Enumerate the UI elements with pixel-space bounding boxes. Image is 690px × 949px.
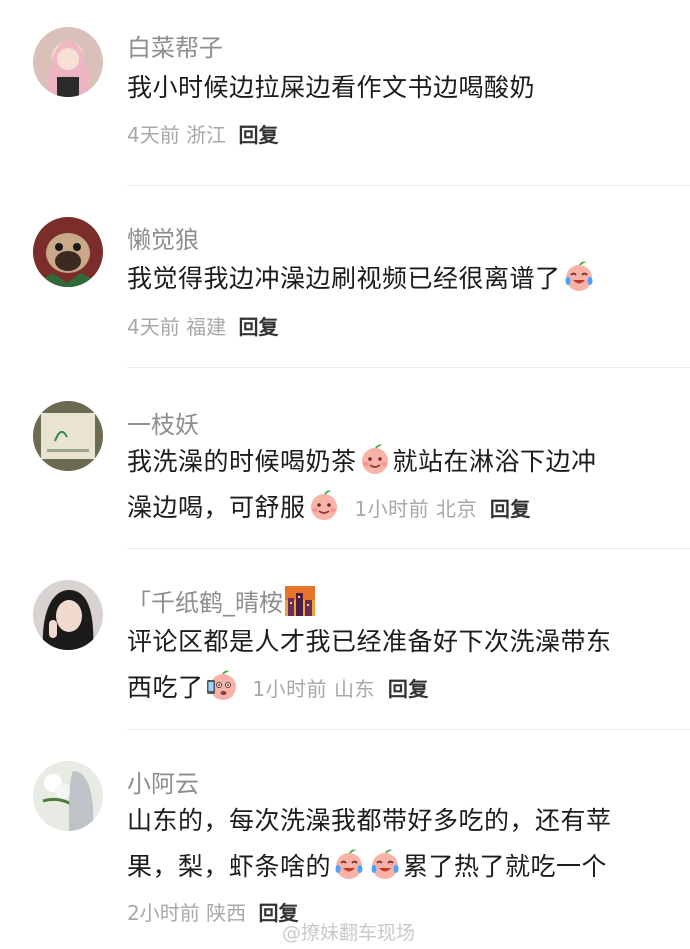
reply-button[interactable]: 回复 (238, 123, 278, 147)
comment-text: 评论区都是人才我已经准备好下次洗澡带东 西吃了 1小时前 山东 回复 (127, 619, 672, 712)
username[interactable]: 懒觉狼 (127, 220, 199, 255)
divider (127, 367, 690, 368)
username[interactable]: 一枝妖 (127, 405, 199, 440)
reply-button[interactable]: 回复 (388, 677, 429, 701)
crying-laughing-peach-emoji (368, 847, 402, 881)
crying-laughing-peach-emoji (562, 259, 596, 293)
comment-text-content: 就站在淋浴下边冲 (392, 447, 597, 476)
username[interactable]: 小阿云 (127, 764, 199, 799)
comment-location: 北京 (435, 497, 477, 521)
avatar-image (33, 580, 103, 650)
comment-text: 我洗澡的时候喝奶茶 就站在淋浴下边冲 澡边喝，可舒服 1小时前 北京 回复 (127, 439, 672, 532)
avatar[interactable] (33, 761, 103, 831)
smiling-peach-emoji (307, 488, 341, 522)
comment-text-content: 我觉得我边冲澡边刷视频已经很离谱了 (127, 264, 561, 293)
comment-text-content: 澡边喝，可舒服 (127, 493, 306, 522)
city-skyline-icon (285, 586, 315, 616)
username[interactable]: 「千纸鹤_晴桉 (127, 583, 316, 618)
watermark: @撩妹翻车现场 (282, 922, 416, 944)
comment-text-content: 评论区都是人才我已经准备好下次洗澡带东 (127, 627, 612, 656)
comment-text: 我觉得我边冲澡边刷视频已经很离谱了 (127, 256, 672, 302)
avatar[interactable] (33, 580, 103, 650)
comment-meta: 1小时前 山东 回复 (246, 677, 429, 701)
comment-text: 我小时候边拉屎边看作文书边喝酸奶 (127, 73, 536, 102)
smiling-peach-emoji (358, 442, 392, 476)
divider (127, 185, 690, 186)
crying-laughing-peach-emoji (332, 847, 366, 881)
comment-location: 山东 (333, 677, 375, 701)
comment-text-content: 我洗澡的时候喝奶茶 (127, 447, 357, 476)
comment-time: 2小时前 (127, 901, 200, 925)
comment-text-content: 累了热了就吃一个 (403, 852, 608, 881)
comment-text-content: 山东的，每次洗澡我都带好多吃的，还有苹 (127, 806, 612, 835)
avatar-image (33, 217, 103, 287)
avatar[interactable] (33, 27, 103, 97)
avatar-image (33, 761, 103, 831)
comment-meta: 4天前 浙江 回复 (127, 119, 278, 148)
username[interactable]: 白菜帮子 (127, 28, 223, 63)
comment-meta: 4天前 福建 回复 (127, 311, 278, 340)
reply-button[interactable]: 回复 (238, 315, 278, 339)
comment-location: 浙江 (186, 123, 227, 147)
comment-time: 1小时前 (354, 497, 430, 521)
comment-text-content: 西吃了 (127, 673, 204, 702)
peach-with-phone-emoji (205, 668, 239, 702)
comment-meta: 1小时前 北京 回复 (348, 497, 531, 521)
avatar-image (33, 401, 103, 471)
avatar[interactable] (33, 217, 103, 287)
avatar-image (33, 27, 103, 97)
comment-text: 山东的，每次洗澡我都带好多吃的，还有苹 果，梨，虾条啥的 累了热了就吃一个 (127, 798, 672, 890)
comment-meta: 2小时前 陕西 回复 (127, 897, 298, 926)
avatar[interactable] (33, 401, 103, 471)
comment-time: 4天前 (127, 315, 180, 339)
comment-time: 4天前 (127, 123, 180, 147)
comment-location: 福建 (186, 315, 227, 339)
reply-button[interactable]: 回复 (490, 497, 531, 521)
comment-text-content: 果，梨，虾条啥的 (127, 852, 332, 881)
comment-time: 1小时前 (252, 677, 328, 701)
username-text: 「千纸鹤_晴桉 (127, 589, 283, 617)
comment-location: 陕西 (206, 901, 247, 925)
divider (127, 729, 690, 730)
divider (127, 548, 690, 549)
